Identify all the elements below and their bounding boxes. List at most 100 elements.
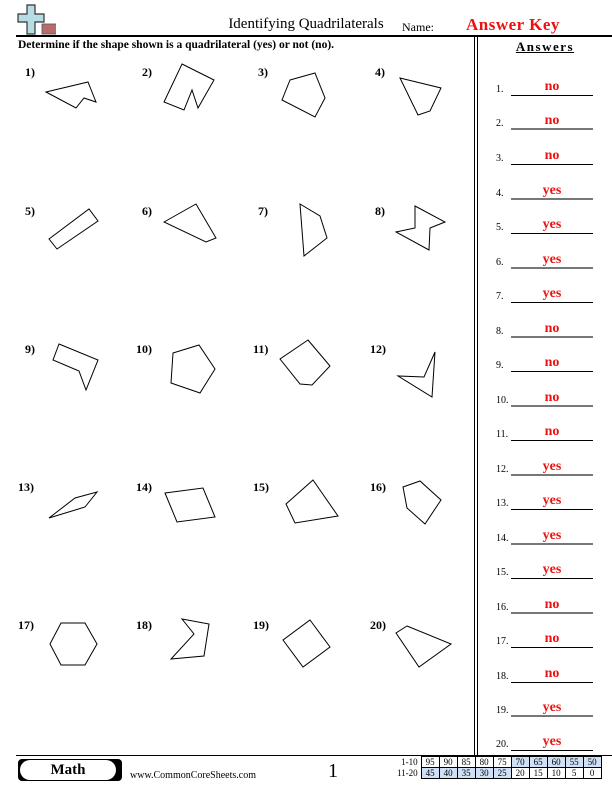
answer-number: 19. (496, 705, 509, 716)
answer-number: 16. (496, 602, 509, 613)
answer-line (511, 647, 593, 648)
answer-line (511, 128, 593, 130)
problem-label: 4) (375, 65, 385, 79)
problem-shape (285, 479, 339, 524)
problem-shape (402, 480, 442, 525)
problem-label: 20) (370, 618, 386, 632)
answer-number: 6. (496, 257, 504, 268)
score-range-label: 1-10 (401, 757, 418, 767)
score-cell: 90 (438, 756, 458, 768)
answer-number: 18. (496, 671, 509, 682)
answer-number: 20. (496, 739, 509, 750)
website-link[interactable]: www.CommonCoreSheets.com (130, 770, 256, 781)
answer-line (511, 440, 593, 441)
answer-line (511, 336, 593, 338)
answer-value: yes (542, 217, 562, 232)
page-number: 1 (328, 760, 338, 782)
answer-number: 7. (496, 291, 504, 302)
answer-number: 3. (496, 153, 504, 164)
problem-label: 9) (25, 342, 35, 356)
answer-line (511, 95, 593, 96)
score-cell: 10 (546, 767, 566, 779)
answer-line (511, 371, 593, 372)
score-cell: 40 (438, 767, 458, 779)
answer-number: 2. (496, 118, 504, 129)
answer-row: 1. no (496, 76, 612, 96)
score-cell: 25 (492, 767, 512, 779)
instructions: Determine if the shape shown is a quadri… (18, 39, 335, 51)
answer-value: no (544, 597, 560, 612)
problem-label: 19) (253, 618, 269, 632)
answer-number: 9. (496, 360, 504, 371)
header-divider (16, 35, 612, 37)
answer-row: 17. no (496, 628, 612, 648)
answer-line (511, 750, 593, 751)
answer-number: 4. (496, 188, 504, 199)
answer-value: no (544, 148, 560, 163)
answer-row: 8. no (496, 318, 612, 338)
problem-label: 13) (18, 480, 34, 494)
score-cell: 20 (510, 767, 530, 779)
answer-row: 7. yes (496, 283, 612, 303)
answer-row: 18. no (496, 663, 612, 683)
score-cell: 65 (528, 756, 548, 768)
answer-value: no (544, 390, 560, 405)
answer-value: yes (542, 562, 562, 577)
answer-line (511, 302, 593, 303)
score-cell: 5 (564, 767, 584, 779)
answer-row: 6. yes (496, 249, 612, 269)
problem-label: 5) (25, 204, 35, 218)
answer-row: 14. yes (496, 525, 612, 545)
problem-shape (49, 622, 98, 666)
answer-value: yes (542, 459, 562, 474)
problem-shape (44, 81, 97, 109)
answer-number: 1. (496, 84, 504, 95)
problem-label: 16) (370, 480, 386, 494)
problem-label: 17) (18, 618, 34, 632)
answer-value: yes (542, 734, 562, 749)
answer-value: no (544, 631, 560, 646)
problem-shape (396, 351, 436, 398)
problem-shape (164, 487, 216, 523)
score-cell: 45 (420, 767, 440, 779)
problem-label: 11) (253, 342, 269, 356)
score-cell: 35 (456, 767, 476, 779)
score-cell: 75 (492, 756, 512, 768)
problem-label: 7) (258, 204, 268, 218)
answer-value: no (544, 321, 560, 336)
answer-number: 8. (496, 326, 504, 337)
answer-line (511, 267, 593, 269)
answer-row: 2. no (496, 110, 612, 130)
answer-row: 3. no (496, 145, 612, 165)
problem-label: 14) (136, 480, 152, 494)
answer-row: 5. yes (496, 214, 612, 234)
score-cell: 55 (564, 756, 584, 768)
score-cell: 30 (474, 767, 494, 779)
problem-shape (48, 208, 99, 250)
answer-row: 12. yes (496, 456, 612, 476)
problem-shape (162, 203, 217, 243)
problem-shape (281, 72, 326, 118)
answer-value: yes (542, 252, 562, 267)
answer-value: yes (542, 183, 562, 198)
answer-number: 11. (496, 429, 509, 440)
answer-row: 10. no (496, 387, 612, 407)
problem-label: 15) (253, 480, 269, 494)
name-value: Answer Key (466, 15, 560, 34)
answer-row: 11. no (496, 421, 612, 441)
answer-value: no (544, 113, 560, 128)
answer-line (511, 509, 593, 510)
answer-row: 9. no (496, 352, 612, 372)
answer-row: 19. yes (496, 697, 612, 717)
score-cell: 0 (582, 767, 602, 779)
problem-shape (52, 343, 99, 392)
answer-line (511, 233, 593, 234)
answer-number: 12. (496, 464, 509, 475)
problem-label: 18) (136, 618, 152, 632)
answer-line (511, 543, 593, 545)
answer-value: no (544, 79, 560, 94)
score-row: 11-20 45 40 35 30 25 20 15 10 5 0 (395, 767, 602, 779)
name-label: Name: (402, 20, 434, 34)
answer-value: yes (542, 493, 562, 508)
problem-shape (169, 618, 210, 660)
